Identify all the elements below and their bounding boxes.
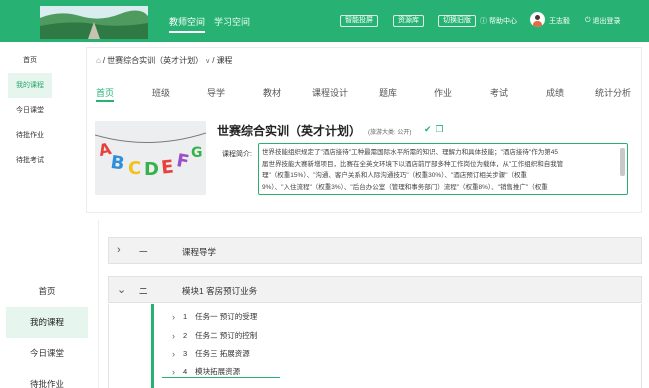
header-banner-image xyxy=(40,6,148,39)
intro-scrollbar[interactable] xyxy=(620,148,625,176)
sidebar-item-pending-homework[interactable]: 待批作业 xyxy=(6,369,88,388)
home-icon[interactable]: ⌂ xyxy=(96,56,101,65)
sidebar-item-today-class[interactable]: 今日课堂 xyxy=(8,98,52,123)
sidebar-nav: 首页 我的课程 今日课堂 待批作业 待批考试 xyxy=(8,48,52,173)
intro-label: 课程简介: xyxy=(222,151,252,158)
logout-label: 退出登录 xyxy=(592,18,621,25)
chevron-down-icon[interactable]: ⌄ xyxy=(117,283,126,296)
lesson-number: 3 xyxy=(183,349,188,358)
tab-guide[interactable]: 导学 xyxy=(207,86,225,99)
sidebar-item-today-class[interactable]: 今日课堂 xyxy=(6,338,88,369)
course-cover-image: A B C D E F G xyxy=(95,121,206,195)
sidebar-item-my-courses[interactable]: 我的课程 xyxy=(8,73,52,98)
lesson-underline xyxy=(162,377,280,378)
intro-line: 世界技能组织规定了"酒店接待"工种最需国际水平所需的知识、理解力和具体技能；"酒… xyxy=(262,149,558,156)
chapter-indicator-bar xyxy=(151,304,154,388)
lesson-item[interactable]: › 2 任务二 预订的控制 xyxy=(172,330,257,341)
breadcrumb-current: 课程 xyxy=(216,56,233,65)
tab-question-bank[interactable]: 题库 xyxy=(379,86,397,99)
lesson-name: 任务一 预订的受理 xyxy=(195,312,258,321)
svg-text:E: E xyxy=(160,156,174,178)
intro-line: 9%）、"入住流程"（权重3%）、"后台办公室（管理和事务部门）流程"（权重8%… xyxy=(262,183,548,191)
svg-text:B: B xyxy=(109,152,126,175)
sidebar-item-pending-homework[interactable]: 待批作业 xyxy=(8,123,52,148)
lesson-number: 4 xyxy=(183,367,188,376)
tab-grades[interactable]: 成绩 xyxy=(546,86,564,99)
tab-learning-space[interactable]: 学习空间 xyxy=(214,15,250,28)
logout-link[interactable]: ⏻ 退出登录 xyxy=(585,16,621,26)
intro-line: 理"（权重15%）、"沟通、客户关系和人际沟通技巧"（权重30%）、"酒店预订相… xyxy=(262,172,528,179)
svg-text:C: C xyxy=(128,158,141,179)
smart-cast-button[interactable]: 智能投屏 xyxy=(340,15,378,27)
course-title: 世赛综合实训（英才计划） xyxy=(217,124,362,138)
power-icon: ⏻ xyxy=(585,17,591,24)
sidebar-item-my-courses[interactable]: 我的课程 xyxy=(6,307,88,338)
lesson-item[interactable]: › 4 模块拓展资源 xyxy=(172,366,240,377)
sidebar-item-home[interactable]: 首页 xyxy=(6,276,88,307)
tab-textbook[interactable]: 教材 xyxy=(263,86,281,99)
chevron-right-icon[interactable]: › xyxy=(172,312,175,322)
chevron-down-icon[interactable]: ∨ xyxy=(205,57,210,65)
tab-home[interactable]: 首页 xyxy=(96,86,115,102)
chapter-number: 二 xyxy=(139,286,148,296)
lesson-item[interactable]: › 3 任务三 拓展资源 xyxy=(172,348,250,359)
course-actions: ✔ ❐ xyxy=(424,124,444,135)
tab-exam[interactable]: 考试 xyxy=(490,86,508,99)
chapter-number: 一 xyxy=(139,247,148,257)
chevron-right-icon[interactable]: › xyxy=(117,244,121,256)
chapter-name: 模块1 客房预订业务 xyxy=(182,286,258,296)
tab-course-design[interactable]: 课程设计 xyxy=(312,86,348,99)
top-header: 教师空间 学习空间 智能投屏 资源库 切换旧版 ⓘ 帮助中心 王志毅 ⏻ 退出登… xyxy=(0,0,649,42)
chapter-row[interactable]: › 一 课程导学 xyxy=(108,237,642,264)
check-icon[interactable]: ✔ xyxy=(424,124,432,135)
intro-line: 届世界技能大赛新增项目，比赛在全英文环境下以酒店前厅部多种工作岗位为载体，从"工… xyxy=(262,160,564,168)
chevron-right-icon[interactable]: › xyxy=(172,349,175,359)
breadcrumb: ⌂ / 世赛综合实训（英才计划） ∨ / 课程 xyxy=(96,55,233,66)
chevron-right-icon[interactable]: › xyxy=(172,367,175,377)
sidebar-item-pending-exams[interactable]: 待批考试 xyxy=(8,148,52,173)
sidebar-item-home[interactable]: 首页 xyxy=(8,48,52,73)
lesson-number: 1 xyxy=(183,312,188,321)
chapter-name: 课程导学 xyxy=(182,247,217,257)
svg-text:D: D xyxy=(144,159,159,180)
chapter-row[interactable]: ⌄ 二 模块1 客房预订业务 xyxy=(108,276,642,303)
tab-homework[interactable]: 作业 xyxy=(434,86,452,99)
sidebar-nav-lower: 首页 我的课程 今日课堂 待批作业 xyxy=(6,276,88,388)
copy-icon[interactable]: ❐ xyxy=(436,124,444,135)
lesson-name: 任务三 拓展资源 xyxy=(195,349,250,358)
avatar[interactable] xyxy=(530,12,545,27)
tab-class[interactable]: 班级 xyxy=(152,86,170,99)
course-intro-textarea[interactable]: 世界技能组织规定了"酒店接待"工种最需国际水平所需的知识、理解力和具体技能；"酒… xyxy=(258,143,628,195)
help-center-label: 帮助中心 xyxy=(489,18,517,25)
breadcrumb-course[interactable]: 世赛综合实训（英才计划） xyxy=(107,55,203,66)
svg-text:G: G xyxy=(191,145,203,161)
course-tabs: 首页 班级 导学 教材 课程设计 题库 作业 考试 成绩 统计分析 xyxy=(96,86,636,104)
course-meta: (旅游大类: 公开) xyxy=(368,130,412,136)
lesson-name: 模块拓展资源 xyxy=(195,367,241,376)
lesson-item[interactable]: › 1 任务一 预订的受理 xyxy=(172,311,257,322)
lesson-name: 任务二 预订的控制 xyxy=(195,331,258,340)
help-icon: ⓘ xyxy=(480,18,487,25)
switch-old-version-button[interactable]: 切换旧版 xyxy=(438,15,476,27)
resource-library-button[interactable]: 资源库 xyxy=(393,15,424,27)
lesson-number: 2 xyxy=(183,331,188,340)
tab-teacher-space[interactable]: 教师空间 xyxy=(169,15,206,33)
chevron-right-icon[interactable]: › xyxy=(172,331,175,341)
help-center-link[interactable]: ⓘ 帮助中心 xyxy=(480,16,517,26)
username[interactable]: 王志毅 xyxy=(549,16,570,26)
tab-statistics[interactable]: 统计分析 xyxy=(595,86,631,99)
